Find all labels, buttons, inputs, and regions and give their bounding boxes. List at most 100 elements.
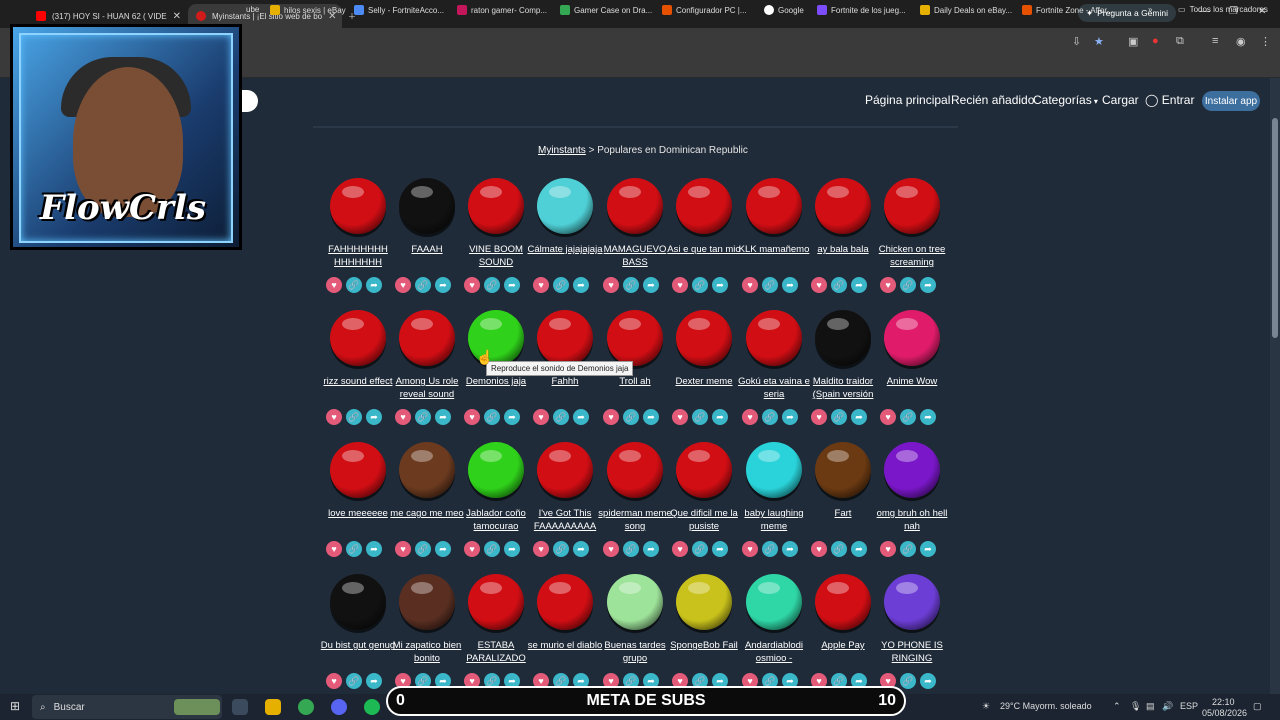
bookmark-item[interactable]: hilos sexis | eBay <box>270 5 346 15</box>
task-view-icon[interactable] <box>232 699 248 715</box>
heart-icon[interactable]: ♥ <box>672 409 688 425</box>
bookmark-item[interactable]: Fortnite de los jueg... <box>817 5 906 15</box>
sound-label[interactable]: Troll ah <box>595 375 675 388</box>
share-icon[interactable]: ➦ <box>435 277 451 293</box>
bookmark-item[interactable]: Gamer Case on Dra... <box>560 5 652 15</box>
bookmark-item[interactable]: Google <box>764 5 804 15</box>
chrome-icon[interactable] <box>298 699 314 715</box>
heart-icon[interactable]: ♥ <box>326 673 342 689</box>
heart-icon[interactable]: ♥ <box>464 409 480 425</box>
heart-icon[interactable]: ♥ <box>742 541 758 557</box>
puzzle-icon[interactable]: ⧉ <box>1176 35 1184 48</box>
sound-label[interactable]: se murio el diablo <box>525 639 605 652</box>
link-icon[interactable]: 🔗 <box>692 541 708 557</box>
heart-icon[interactable]: ♥ <box>533 541 549 557</box>
share-icon[interactable]: ➦ <box>643 277 659 293</box>
share-icon[interactable]: ➦ <box>504 409 520 425</box>
sound-label[interactable]: Que dificil me la pusiste <box>664 507 744 533</box>
play-sound-button[interactable] <box>330 574 386 630</box>
link-icon[interactable]: 🔗 <box>623 277 639 293</box>
play-sound-button[interactable] <box>468 574 524 630</box>
share-icon[interactable]: ➦ <box>573 409 589 425</box>
heart-icon[interactable]: ♥ <box>464 541 480 557</box>
link-icon[interactable]: 🔗 <box>553 409 569 425</box>
play-sound-button[interactable] <box>676 442 732 498</box>
play-sound-button[interactable] <box>676 178 732 234</box>
heart-icon[interactable]: ♥ <box>672 541 688 557</box>
play-sound-button[interactable] <box>676 310 732 366</box>
sound-label[interactable]: Fahhh <box>525 375 605 388</box>
sound-label[interactable]: I've Got This FAAAAAAAAA <box>525 507 605 533</box>
link-icon[interactable]: 🔗 <box>346 277 362 293</box>
share-icon[interactable]: ➦ <box>851 409 867 425</box>
link-icon[interactable]: 🔗 <box>900 409 916 425</box>
sound-label[interactable]: me cago me meo <box>387 507 467 520</box>
notifications-icon[interactable]: ▢ <box>1253 701 1262 712</box>
nav-recent[interactable]: Recién añadido <box>951 93 1034 107</box>
sound-label[interactable]: KLK mamañemo <box>734 243 814 256</box>
play-sound-button[interactable] <box>676 574 732 630</box>
chevron-up-icon[interactable]: ⌃ <box>1113 701 1121 712</box>
share-icon[interactable]: ➦ <box>435 409 451 425</box>
play-sound-button[interactable] <box>746 310 802 366</box>
bookmark-item[interactable]: Fortnite Zone - Affor... <box>1022 5 1113 15</box>
link-icon[interactable]: 🔗 <box>623 409 639 425</box>
share-icon[interactable]: ➦ <box>712 409 728 425</box>
link-icon[interactable]: 🔗 <box>692 277 708 293</box>
media-icon[interactable]: ≡ <box>1212 35 1218 47</box>
play-sound-button[interactable] <box>330 442 386 498</box>
play-sound-button[interactable] <box>607 310 663 366</box>
share-icon[interactable]: ➦ <box>366 409 382 425</box>
link-icon[interactable]: 🔗 <box>900 673 916 689</box>
network-icon[interactable]: ▤ <box>1146 701 1155 712</box>
bookmark-item[interactable]: Configurador PC |... <box>662 5 747 15</box>
clock-date[interactable]: 05/08/2026 <box>1202 708 1247 718</box>
play-sound-button[interactable] <box>468 178 524 234</box>
link-icon[interactable]: 🔗 <box>346 673 362 689</box>
heart-icon[interactable]: ♥ <box>811 277 827 293</box>
play-sound-button[interactable] <box>537 442 593 498</box>
play-sound-button[interactable] <box>815 574 871 630</box>
sound-label[interactable]: baby laughing meme <box>734 507 814 533</box>
sound-label[interactable]: love meeeeee <box>318 507 398 520</box>
share-icon[interactable]: ➦ <box>851 277 867 293</box>
weather-text[interactable]: 29°C Mayorm. soleado <box>1000 701 1092 711</box>
heart-icon[interactable]: ♥ <box>880 541 896 557</box>
heart-icon[interactable]: ♥ <box>326 541 342 557</box>
heart-icon[interactable]: ♥ <box>880 277 896 293</box>
share-icon[interactable]: ➦ <box>782 541 798 557</box>
link-icon[interactable]: 🔗 <box>900 541 916 557</box>
share-icon[interactable]: ➦ <box>920 409 936 425</box>
sound-label[interactable]: FAHHHHHHH HHHHHHH <box>318 243 398 269</box>
heart-icon[interactable]: ♥ <box>395 409 411 425</box>
play-sound-button[interactable] <box>607 574 663 630</box>
play-sound-button[interactable] <box>815 442 871 498</box>
sound-label[interactable]: Du bist gut genug <box>318 639 398 652</box>
bookmark-item[interactable]: Selly - FortniteAcco... <box>354 5 444 15</box>
sound-label[interactable]: spiderman meme song <box>595 507 675 533</box>
heart-icon[interactable]: ♥ <box>742 277 758 293</box>
adblock-icon[interactable]: ● <box>1152 35 1159 47</box>
sound-label[interactable]: Chicken on tree screaming <box>872 243 952 269</box>
play-sound-button[interactable] <box>607 442 663 498</box>
share-icon[interactable]: ➦ <box>504 277 520 293</box>
sound-label[interactable]: rizz sound effect <box>318 375 398 388</box>
sound-label[interactable]: Buenas tardes grupo <box>595 639 675 665</box>
profile-icon[interactable]: ◉ <box>1236 35 1246 48</box>
link-icon[interactable]: 🔗 <box>762 277 778 293</box>
sound-label[interactable]: Maldito traidor (Spain versión <box>803 375 883 401</box>
scrollbar-thumb[interactable] <box>1272 118 1278 338</box>
link-icon[interactable]: 🔗 <box>415 409 431 425</box>
heart-icon[interactable]: ♥ <box>533 409 549 425</box>
sound-label[interactable]: omg bruh oh hell nah <box>872 507 952 533</box>
play-sound-button[interactable] <box>399 574 455 630</box>
link-icon[interactable]: 🔗 <box>484 277 500 293</box>
sound-label[interactable]: SpongeBob Fail <box>664 639 744 652</box>
play-sound-button[interactable] <box>746 574 802 630</box>
share-icon[interactable]: ➦ <box>782 277 798 293</box>
heart-icon[interactable]: ♥ <box>603 277 619 293</box>
link-icon[interactable]: 🔗 <box>415 277 431 293</box>
sound-label[interactable]: Jablador coño tamocurao <box>456 507 536 533</box>
play-sound-button[interactable] <box>537 574 593 630</box>
link-icon[interactable]: 🔗 <box>484 541 500 557</box>
